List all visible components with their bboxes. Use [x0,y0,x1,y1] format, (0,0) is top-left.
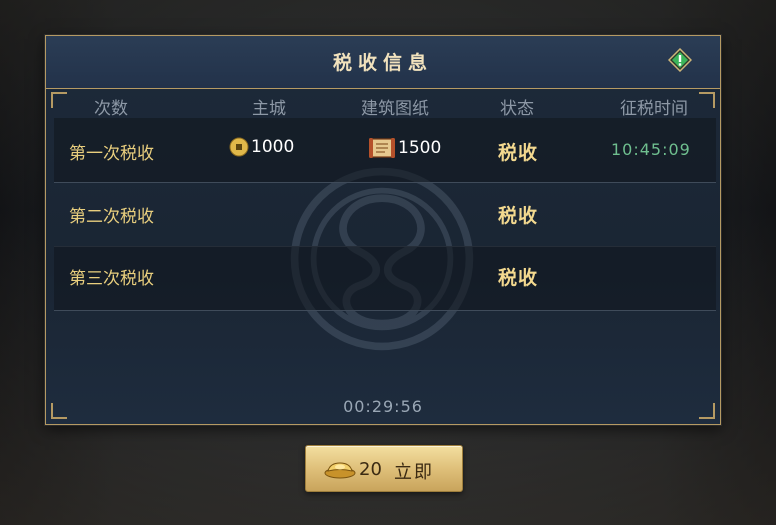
table-row: 第三次税收 税收 [54,246,716,311]
row-label: 第二次税收 [69,207,154,227]
collect-tax-button[interactable]: 税收 [498,263,538,290]
instant-collect-button[interactable]: 20 立即 [305,445,463,492]
countdown-timer: 00:29:56 [343,397,423,416]
header-blueprint: 建筑图纸 [361,99,429,119]
header-main-city: 主城 [252,99,286,119]
blueprint-amount: 1500 [398,138,442,158]
tax-info-dialog: 税收信息 次数 主城 建筑图纸 状态 征税时间 第一次税收 1000 1500 … [45,35,721,425]
tax-time: 10:45:09 [611,140,691,159]
button-label: 立即 [394,462,434,483]
blueprint-cell: 1500 [368,136,441,160]
row-label: 第三次税收 [69,269,154,289]
row-label: 第一次税收 [69,144,154,164]
table-row: 第二次税收 税收 [54,182,716,247]
gold-coin-icon [229,137,249,157]
table-header: 次数 主城 建筑图纸 状态 征税时间 [54,92,712,119]
dialog-header: 税收信息 [46,36,720,89]
collect-tax-button[interactable]: 税收 [498,138,538,165]
collect-tax-button[interactable]: 税收 [498,201,538,228]
blueprint-scroll-icon [369,138,395,158]
gold-amount: 1000 [251,137,295,157]
header-tax-time: 征税时间 [620,99,688,119]
button-cost: 20 [359,459,382,480]
gold-ingot-icon [324,462,356,479]
gold-cell: 1000 [229,137,294,157]
table-row: 第一次税收 1000 1500 税收 10:45:09 [54,118,716,183]
info-icon[interactable] [668,48,692,72]
header-count: 次数 [94,99,128,119]
header-status: 状态 [500,99,534,119]
dialog-title: 税收信息 [332,52,433,74]
